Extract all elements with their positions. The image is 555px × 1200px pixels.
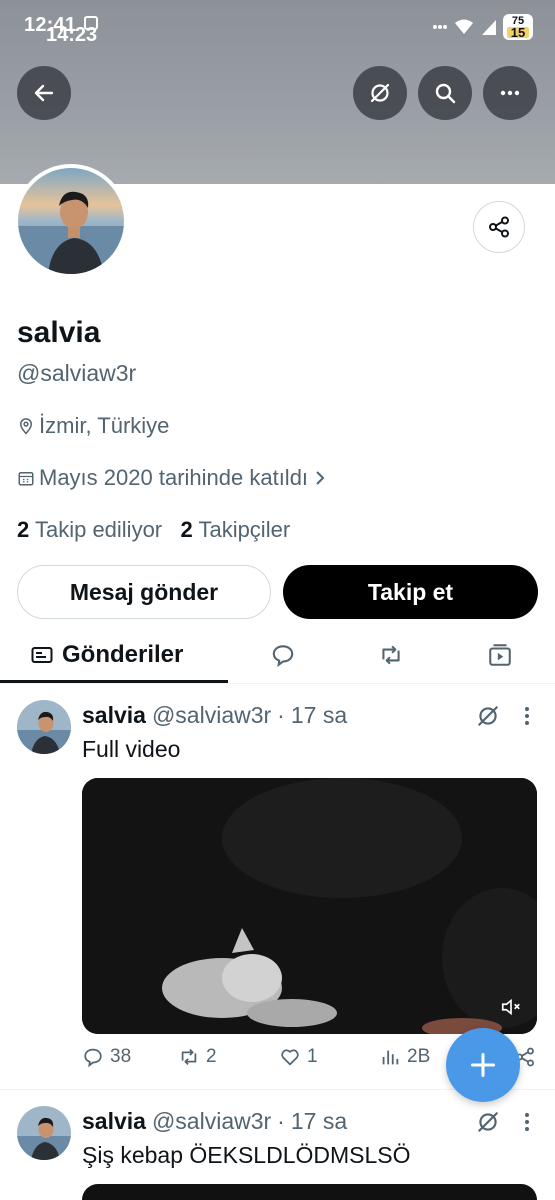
profile-handle: @salviaw3r: [17, 360, 137, 386]
notification-icons: [82, 14, 100, 32]
media-icon: [489, 644, 511, 666]
grok-icon[interactable]: [475, 703, 501, 729]
system-icons: 75 15: [433, 14, 533, 40]
like-action[interactable]: 1: [279, 1046, 318, 1068]
post-separator: ·: [277, 1108, 285, 1134]
profile-location: İzmir, Türkiye: [17, 413, 169, 439]
more-options-button[interactable]: [483, 66, 537, 120]
arrow-left-icon: [34, 84, 54, 102]
profile-display-name: salvia: [17, 316, 101, 349]
video-thumbnail: [82, 778, 537, 1034]
post-header: salvia @salviaw3r · 17 sa: [82, 702, 347, 729]
posts-icon: [31, 647, 53, 663]
heart-icon: [281, 1049, 299, 1066]
post-header: salvia @salviaw3r · 17 sa: [82, 1108, 347, 1135]
post-author-handle: @salviaw3r: [151, 1108, 272, 1134]
speech-bubble-icon: [272, 645, 294, 668]
back-button[interactable]: [17, 66, 71, 120]
mute-icon[interactable]: [500, 996, 522, 1018]
calendar-icon: [18, 472, 34, 486]
post-video[interactable]: [82, 778, 537, 1034]
post-author-name[interactable]: salvia: [82, 1108, 146, 1135]
more-vertical-icon[interactable]: [517, 703, 537, 729]
follow-button[interactable]: Takip et: [283, 565, 538, 619]
post-author-name[interactable]: salvia: [82, 702, 146, 729]
views-chart-icon: [382, 1050, 399, 1065]
location-text: İzmir, Türkiye: [39, 413, 170, 438]
reply-count: 38: [110, 1046, 132, 1067]
profile-avatar[interactable]: [14, 164, 128, 278]
following-label: Takip ediliyor: [34, 517, 163, 542]
avatar-image: [18, 168, 124, 274]
profile-joined[interactable]: Mayıs 2020 tarihinde katıldı: [17, 465, 328, 491]
post-text: Full video: [82, 736, 181, 762]
reply-icon: [84, 1048, 102, 1068]
post-avatar[interactable]: [17, 700, 71, 754]
tab-posts-label: Gönderiler: [62, 641, 184, 668]
tab-media[interactable]: [487, 626, 513, 684]
share-button[interactable]: [473, 201, 525, 253]
search-button[interactable]: [418, 66, 472, 120]
dots-icon: [433, 25, 447, 29]
tab-reposts[interactable]: [377, 626, 405, 684]
followers-count: 2: [180, 517, 193, 542]
tab-active-indicator: [0, 680, 228, 683]
location-pin-icon: [19, 418, 33, 435]
avatar-image: [17, 1106, 71, 1160]
grok-button[interactable]: [353, 66, 407, 120]
following-count: 2: [17, 517, 30, 542]
chevron-right-icon: [316, 471, 325, 485]
repost-icon: [382, 645, 400, 665]
follow-stats: 2 Takip ediliyor 2 Takipçiler: [17, 517, 290, 543]
post-separator: ·: [277, 702, 285, 728]
like-count: 1: [307, 1046, 318, 1067]
views-count: 2B: [407, 1046, 431, 1067]
signal-icon: [482, 20, 496, 35]
post-author-handle: @salviaw3r: [151, 702, 272, 728]
avatar-image: [17, 700, 71, 754]
grok-icon: [370, 83, 390, 103]
more-vertical-icon[interactable]: [517, 1109, 537, 1135]
repost-action[interactable]: 2: [178, 1046, 217, 1068]
post-avatar[interactable]: [17, 1106, 71, 1160]
share-icon: [489, 216, 509, 238]
more-horizontal-icon: [500, 90, 520, 96]
post-timestamp: 17 sa: [290, 1108, 348, 1134]
battery-level-bottom: 15: [507, 26, 529, 39]
followers-label: Takipçiler: [198, 517, 291, 542]
views-action[interactable]: 2B: [379, 1046, 430, 1068]
repost-icon: [181, 1049, 197, 1065]
compose-button[interactable]: [446, 1028, 520, 1102]
message-button[interactable]: Mesaj gönder: [17, 565, 271, 619]
wifi-icon: [455, 19, 473, 34]
tab-replies[interactable]: [270, 626, 296, 684]
profile-tabs: Gönderiler: [0, 626, 555, 684]
repost-count: 2: [206, 1046, 217, 1067]
battery-icon: 75 15: [503, 14, 533, 40]
tab-posts[interactable]: Gönderiler: [30, 626, 183, 684]
status-bar: 12:41 14:23 75 15: [0, 0, 555, 50]
joined-text: Mayıs 2020 tarihinde katıldı: [39, 465, 309, 490]
reply-action[interactable]: 38: [82, 1046, 131, 1068]
post-text: Şiş kebap ÖEKSLDLÖDMSLSÖ: [82, 1142, 411, 1168]
plus-icon: [470, 1052, 496, 1078]
post-media[interactable]: [82, 1184, 537, 1200]
notification-icon: [84, 16, 98, 30]
search-icon: [435, 83, 456, 104]
grok-icon[interactable]: [475, 1109, 501, 1135]
post-timestamp: 17 sa: [290, 702, 348, 728]
following-link[interactable]: 2 Takip ediliyor: [17, 517, 162, 542]
followers-link[interactable]: 2 Takipçiler: [180, 517, 290, 542]
